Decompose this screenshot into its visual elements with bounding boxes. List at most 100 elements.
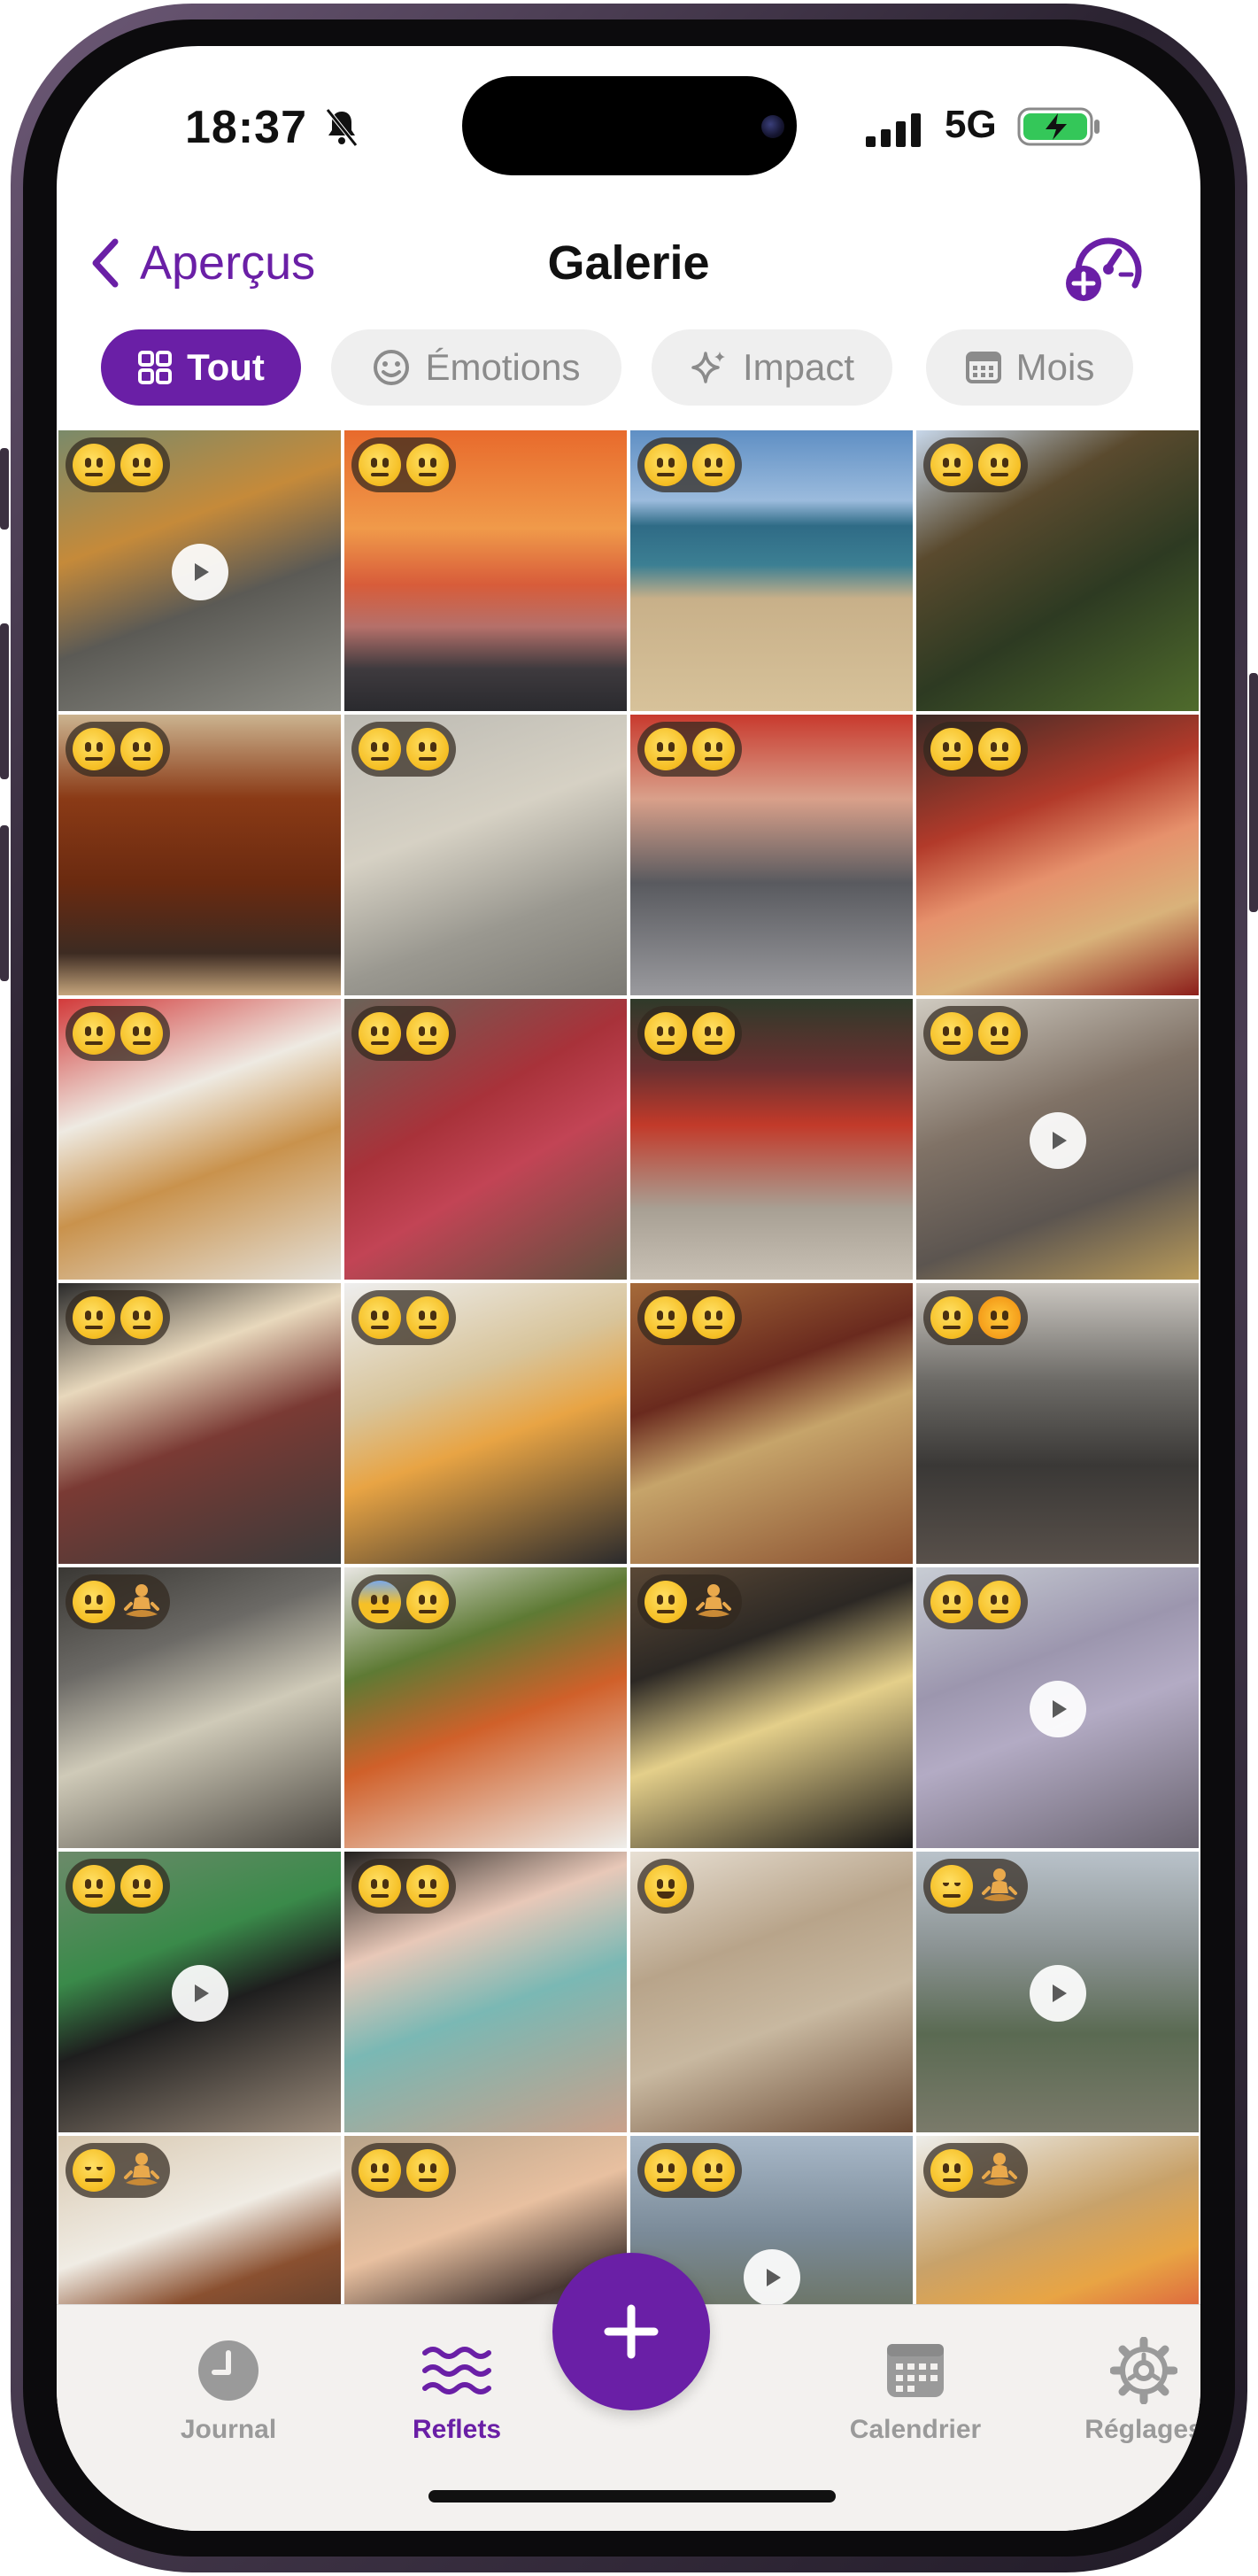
tab-reflets[interactable]: Reflets — [368, 2335, 545, 2445]
emotion-badges — [66, 1574, 170, 1629]
network-type: 5G — [945, 103, 997, 146]
play-icon[interactable] — [1030, 1112, 1086, 1169]
dynamic-island — [462, 76, 797, 175]
neutral-face-icon — [406, 1012, 449, 1055]
neutral-face-icon — [930, 444, 973, 486]
gallery-photo[interactable] — [58, 1283, 341, 1564]
neutral-face-icon — [644, 1581, 687, 1623]
neutral-face-icon — [73, 1012, 115, 1055]
meditation-icon — [120, 1581, 163, 1623]
gauge-plus-icon[interactable] — [1064, 228, 1146, 305]
gear-icon — [1110, 2337, 1177, 2404]
filter-impact-label: Impact — [742, 346, 855, 388]
neutral-face-icon — [644, 728, 687, 770]
filter-emotions[interactable]: Émotions — [331, 329, 621, 406]
tab-calendrier[interactable]: Calendrier — [827, 2335, 1004, 2445]
gallery-photo[interactable] — [916, 430, 1199, 711]
clock-icon — [198, 2340, 259, 2401]
tab-reglages-label: Réglages — [1084, 2415, 1200, 2444]
gallery-photo[interactable] — [630, 430, 913, 711]
emotion-badges — [66, 1859, 170, 1914]
gallery-photo[interactable] — [630, 1852, 913, 2132]
neutral-face-icon — [930, 1012, 973, 1055]
filter-chips: Tout Émotions Impact Mois — [101, 329, 1200, 406]
gallery-photo[interactable] — [58, 999, 341, 1280]
gallery-photo[interactable] — [630, 1283, 913, 1564]
play-icon[interactable] — [1030, 1965, 1086, 2022]
neutral-face-icon — [644, 1296, 687, 1339]
tab-reflets-label: Reflets — [412, 2415, 502, 2444]
neutral-face-icon — [692, 2149, 735, 2192]
emotion-badges — [637, 2143, 742, 2198]
emotion-badges — [637, 1574, 742, 1629]
emotion-badges — [923, 437, 1028, 492]
neutral-face-icon — [978, 444, 1021, 486]
play-icon[interactable] — [172, 544, 228, 600]
gallery-photo[interactable] — [344, 715, 627, 995]
emotion-badges — [66, 437, 170, 492]
tab-journal[interactable]: Journal — [140, 2335, 317, 2445]
neutral-face-icon — [73, 1296, 115, 1339]
gallery-photo[interactable] — [344, 1283, 627, 1564]
emotion-badges — [923, 2143, 1028, 2198]
neutral-face-icon — [978, 1581, 1021, 1623]
home-indicator — [428, 2490, 836, 2503]
neutral-face-icon — [120, 1865, 163, 1907]
gallery-photo[interactable] — [344, 430, 627, 711]
neutral-face-icon — [692, 728, 735, 770]
neutral-face-icon — [73, 1865, 115, 1907]
signal-icon — [866, 113, 921, 147]
grid-icon — [138, 351, 173, 384]
emotion-badges — [923, 1859, 1028, 1914]
emotion-badges — [66, 2143, 170, 2198]
neutral-face-icon — [73, 1581, 115, 1623]
gallery-photo[interactable] — [58, 430, 341, 711]
status-bar: 18:37 5G — [57, 46, 1200, 188]
battery-charging-icon — [1017, 107, 1100, 146]
volume-up-button — [0, 623, 9, 779]
gallery-photo[interactable] — [344, 999, 627, 1280]
gallery-photo[interactable] — [630, 715, 913, 995]
emotion-badges — [351, 1859, 456, 1914]
emotion-badges — [637, 437, 742, 492]
sun-face-icon — [978, 1296, 1021, 1339]
play-icon[interactable] — [744, 2249, 800, 2306]
gallery-photo[interactable] — [916, 1852, 1199, 2132]
neutral-face-icon — [644, 2149, 687, 2192]
neutral-face-icon — [930, 728, 973, 770]
filter-mois[interactable]: Mois — [926, 329, 1133, 406]
add-entry-button[interactable] — [552, 2253, 710, 2410]
gallery-photo[interactable] — [58, 1852, 341, 2132]
neutral-face-icon — [930, 2149, 973, 2192]
play-icon[interactable] — [1030, 1681, 1086, 1737]
gallery-photo[interactable] — [58, 715, 341, 995]
tab-journal-label: Journal — [180, 2415, 277, 2444]
gallery-photo[interactable] — [344, 1567, 627, 1848]
filter-tout[interactable]: Tout — [101, 329, 301, 406]
emotion-badges — [351, 437, 456, 492]
front-camera — [761, 115, 784, 138]
gallery-photo[interactable] — [916, 1567, 1199, 1848]
emotion-badges — [923, 722, 1028, 777]
power-button — [1249, 673, 1258, 912]
neutral-face-icon — [120, 1012, 163, 1055]
neutral-face-icon — [644, 444, 687, 486]
emotion-badges — [66, 1290, 170, 1345]
neutral-face-icon — [406, 2149, 449, 2192]
neutral-face-icon — [359, 1012, 401, 1055]
gallery-photo[interactable] — [344, 1852, 627, 2132]
meditation-icon — [978, 1865, 1021, 1907]
gallery-photo[interactable] — [916, 715, 1199, 995]
sparkle-icon — [691, 352, 725, 383]
play-icon[interactable] — [172, 1965, 228, 2022]
filter-impact[interactable]: Impact — [652, 329, 892, 406]
gallery-photo[interactable] — [630, 1567, 913, 1848]
neutral-face-icon — [406, 1581, 449, 1623]
gallery-photo[interactable] — [916, 1283, 1199, 1564]
emotion-badges — [923, 1574, 1028, 1629]
gallery-photo[interactable] — [630, 999, 913, 1280]
bell-slash-icon — [326, 108, 358, 147]
gallery-photo[interactable] — [916, 999, 1199, 1280]
tab-reglages[interactable]: Réglages — [1055, 2335, 1200, 2445]
gallery-photo[interactable] — [58, 1567, 341, 1848]
